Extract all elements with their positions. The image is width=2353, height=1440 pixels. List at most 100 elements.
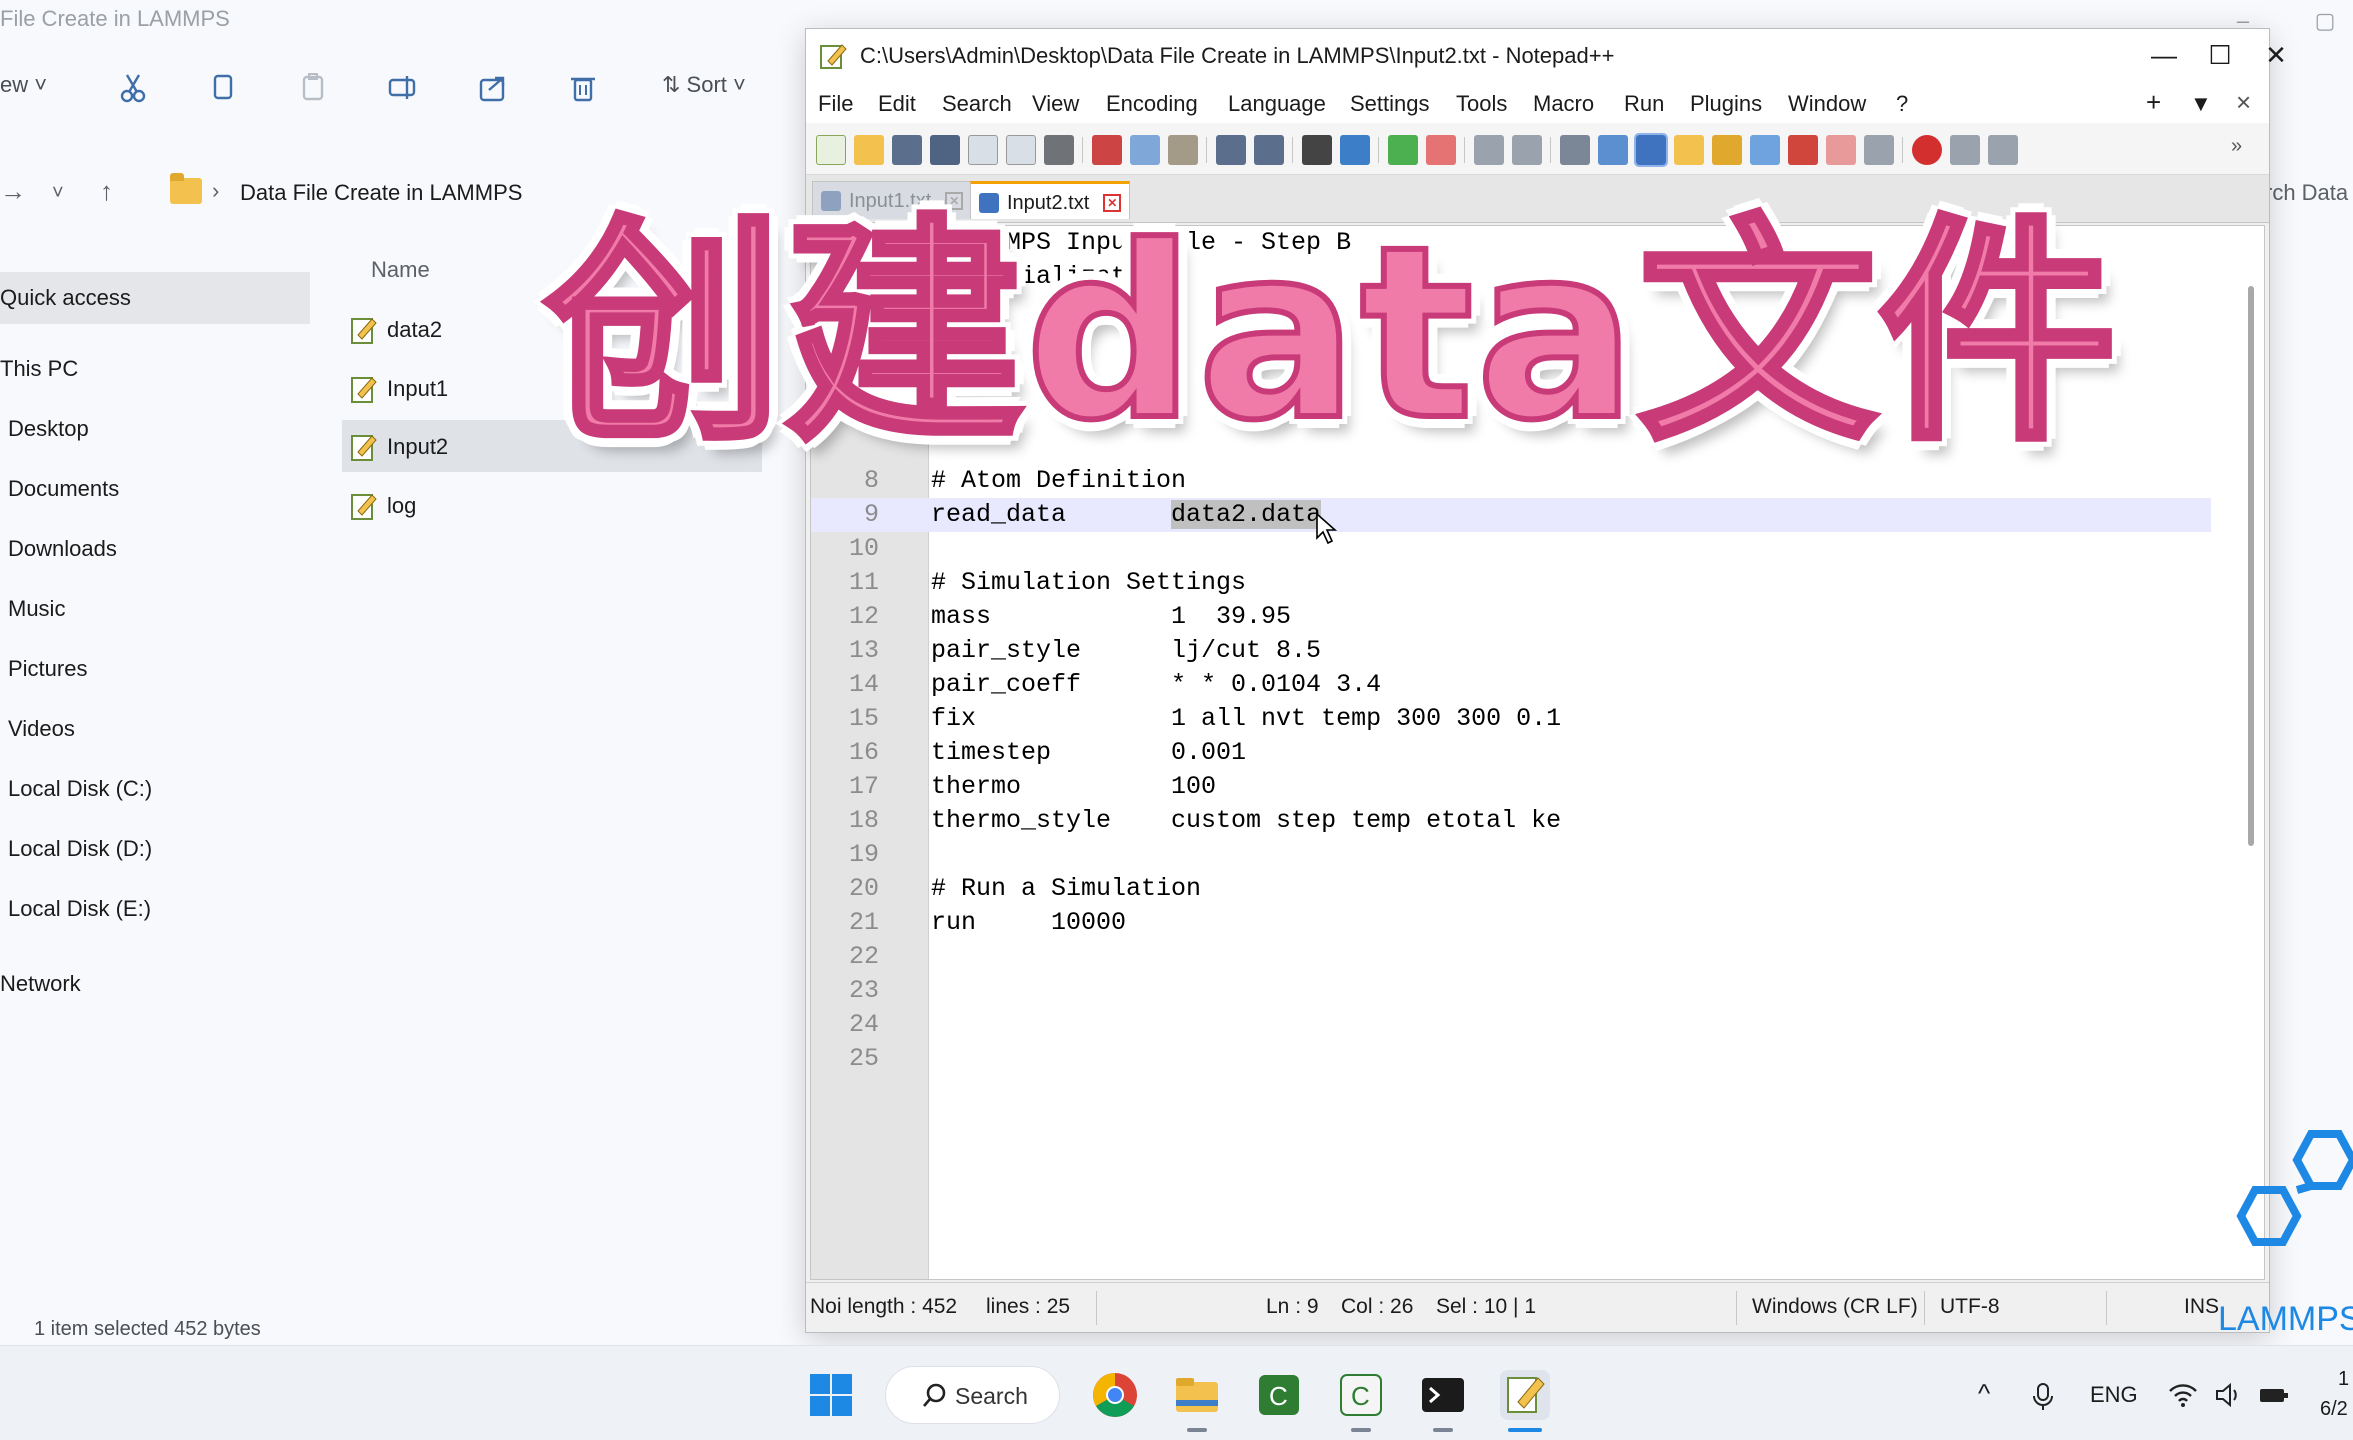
word-wrap-icon[interactable] [1560, 135, 1590, 165]
udl-icon[interactable] [1674, 135, 1704, 165]
sort-button[interactable]: ⇅ Sort ˅ [662, 72, 746, 98]
recent-dropdown-icon[interactable]: ˅ [52, 182, 64, 205]
maximize-button[interactable]: ☐ [2198, 35, 2242, 75]
nav-desktop[interactable]: Desktop [0, 403, 310, 455]
sync-horizontal-icon[interactable] [1512, 135, 1542, 165]
tab-list-dropdown-icon[interactable]: ▼ [2190, 91, 2212, 117]
menu-window[interactable]: Window [1788, 91, 1866, 117]
clock-time[interactable]: 1 [2338, 1368, 2349, 1391]
nav-downloads[interactable]: Downloads [0, 523, 310, 575]
microphone-icon[interactable] [2032, 1382, 2054, 1412]
vertical-scrollbar[interactable] [2248, 286, 2254, 846]
undo-icon[interactable] [1216, 135, 1246, 165]
code-line[interactable]: 21 run 10000 [811, 906, 2211, 940]
menu-macro[interactable]: Macro [1533, 91, 1594, 117]
name-column-header[interactable]: Name [371, 257, 430, 283]
nav-pictures[interactable]: Pictures [0, 643, 310, 695]
nav-local-disk-d[interactable]: Local Disk (D:) [0, 823, 310, 875]
code-line[interactable]: 22 [811, 940, 2211, 974]
nav-quick-access[interactable]: Quick access [0, 272, 310, 324]
play-macro-icon[interactable] [1988, 135, 2018, 165]
code-line[interactable]: 17 thermo 100 [811, 770, 2211, 804]
nav-videos[interactable]: Videos [0, 703, 310, 755]
menu-plugins[interactable]: Plugins [1690, 91, 1762, 117]
code-line[interactable]: 23 [811, 974, 2211, 1008]
close-all-icon[interactable] [1006, 135, 1036, 165]
zoom-in-icon[interactable] [1388, 135, 1418, 165]
menu-edit[interactable]: Edit [878, 91, 916, 117]
function-list-icon[interactable] [1750, 135, 1780, 165]
save-icon[interactable] [892, 135, 922, 165]
explorer-maximize-button[interactable]: ▢ [2310, 8, 2340, 38]
start-windows-icon[interactable] [808, 1372, 854, 1418]
code-line[interactable]: 12 mass 1 39.95 [811, 600, 2211, 634]
minimize-button[interactable]: — [2142, 35, 2186, 75]
menu-tools[interactable]: Tools [1456, 91, 1507, 117]
wifi-icon[interactable] [2168, 1382, 2198, 1408]
code-line[interactable]: 15 fix 1 all nvt temp 300 300 0.1 [811, 702, 2211, 736]
close-tab-icon[interactable]: × [2236, 87, 2251, 118]
share-icon[interactable] [475, 70, 511, 106]
nav-documents[interactable]: Documents [0, 463, 310, 515]
code-line[interactable]: 18 thermo_style custom step temp etotal k… [811, 804, 2211, 838]
show-all-chars-icon[interactable] [1598, 135, 1628, 165]
menu-settings[interactable]: Settings [1350, 91, 1430, 117]
camtasia-icon[interactable]: C [1336, 1370, 1386, 1420]
npp-titlebar[interactable]: C:\Users\Admin\Desktop\Data File Create … [806, 29, 2287, 81]
view-menu-button[interactable]: ew ˅ [0, 72, 47, 98]
record-macro-icon[interactable] [1912, 135, 1942, 165]
nav-local-disk-c[interactable]: Local Disk (C:) [0, 763, 310, 815]
chrome-icon[interactable] [1090, 1370, 1140, 1420]
file-row-log[interactable]: log [342, 479, 762, 531]
menu-run[interactable]: Run [1624, 91, 1664, 117]
zoom-out-icon[interactable] [1426, 135, 1456, 165]
nav-local-disk-e[interactable]: Local Disk (E:) [0, 883, 310, 935]
folder-workspace-icon[interactable] [1788, 135, 1818, 165]
code-line[interactable]: 14 pair_coeff * * 0.0104 3.4 [811, 668, 2211, 702]
clock-date[interactable]: 6/2 [2320, 1398, 2348, 1421]
up-arrow-icon[interactable]: ↑ [100, 176, 113, 207]
doc-map-icon[interactable] [1712, 135, 1742, 165]
language-indicator[interactable]: ENG [2090, 1382, 2138, 1408]
terminal-icon[interactable] [1418, 1370, 1468, 1420]
forward-arrow-icon[interactable]: → [0, 176, 26, 207]
save-all-icon[interactable] [930, 135, 960, 165]
volume-icon[interactable] [2214, 1382, 2242, 1408]
open-file-icon[interactable] [854, 135, 884, 165]
menu-search[interactable]: Search [942, 91, 1012, 117]
cut-icon[interactable] [115, 70, 151, 106]
toolbar-overflow-icon[interactable]: » [2231, 135, 2251, 165]
replace-icon[interactable] [1340, 135, 1370, 165]
nav-network[interactable]: Network [0, 958, 310, 1010]
code-line[interactable]: 10 [811, 532, 2211, 566]
nav-music[interactable]: Music [0, 583, 310, 635]
new-tab-plus-icon[interactable]: + [2146, 87, 2161, 118]
menu-language[interactable]: Language [1228, 91, 1326, 117]
code-line[interactable]: 9 read_data data2.data [811, 498, 2211, 532]
redo-icon[interactable] [1254, 135, 1284, 165]
menu-help[interactable]: ? [1896, 91, 1908, 117]
menu-file[interactable]: File [818, 91, 853, 117]
monitor-icon[interactable] [1826, 135, 1856, 165]
nav-this-pc[interactable]: This PC [0, 343, 310, 395]
sync-vertical-icon[interactable] [1474, 135, 1504, 165]
menu-encoding[interactable]: Encoding [1106, 91, 1198, 117]
menu-view[interactable]: View [1032, 91, 1079, 117]
cut-icon[interactable] [1092, 135, 1122, 165]
code-line[interactable]: 20 # Run a Simulation [811, 872, 2211, 906]
paste-icon[interactable] [295, 70, 331, 106]
explorer-search-box[interactable]: rch Data [2265, 180, 2348, 206]
delete-icon[interactable] [565, 70, 601, 106]
notepadpp-taskbar-button[interactable] [1500, 1370, 1550, 1420]
new-file-icon[interactable] [816, 135, 846, 165]
tray-overflow-chevron-icon[interactable]: ^ [1978, 1378, 1990, 1409]
indent-guide-icon[interactable] [1634, 133, 1668, 167]
rename-icon[interactable] [385, 70, 421, 106]
code-line[interactable]: 24 [811, 1008, 2211, 1042]
battery-plug-icon[interactable] [2258, 1382, 2290, 1408]
code-line[interactable]: 19 [811, 838, 2211, 872]
paste-icon[interactable] [1168, 135, 1198, 165]
find-icon[interactable] [1302, 135, 1332, 165]
copy-icon[interactable] [205, 70, 241, 106]
camtasia-green-icon[interactable]: C [1254, 1370, 1304, 1420]
